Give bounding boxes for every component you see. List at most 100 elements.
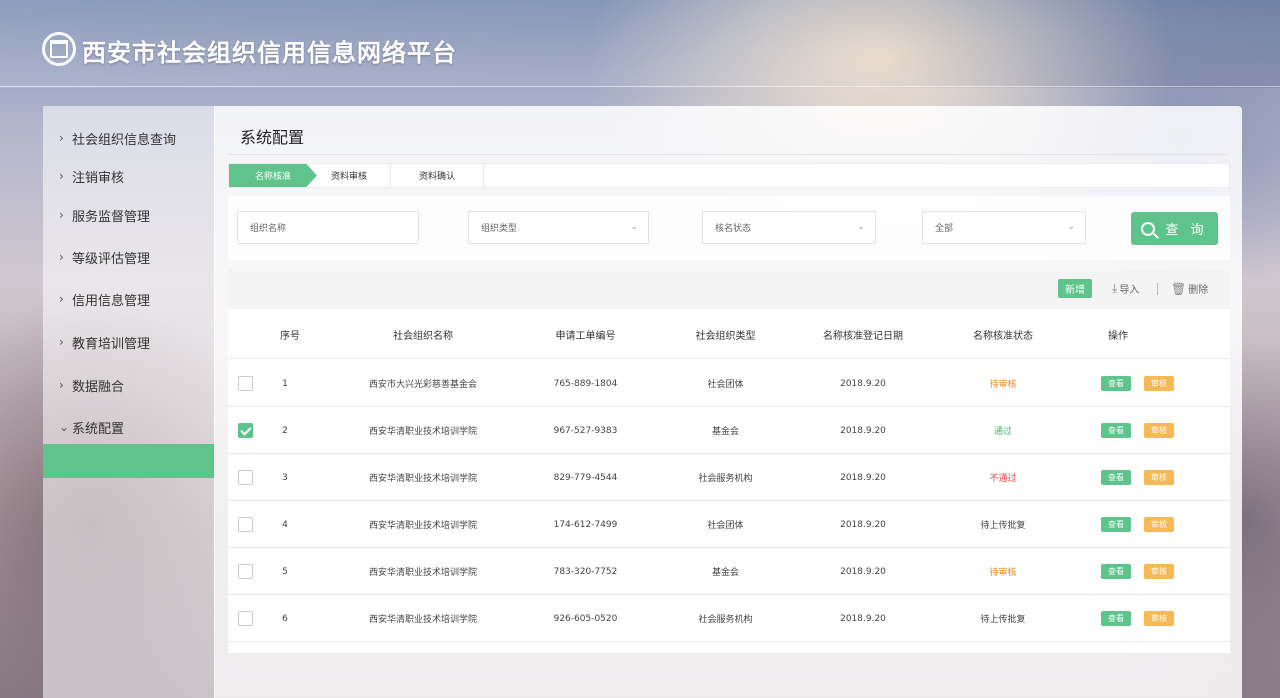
cell-org-type: 社会服务机构: [698, 615, 753, 625]
sidebar-item-training[interactable]: › 教育培训管理: [43, 322, 215, 362]
trash-icon: 🗑: [1171, 281, 1187, 296]
chevron-right-icon: ›: [59, 250, 64, 264]
status-badge: 待审核: [989, 568, 1017, 578]
toolbar-divider: [1157, 283, 1158, 295]
status-select[interactable]: 核名状态 ⌄: [702, 211, 876, 244]
chevron-down-icon: ⌄: [857, 222, 865, 232]
table-row[interactable]: 6 西安华清职业技术培训学院 926-605-0520 社会服务机构 2018.9.20…: [228, 595, 1230, 642]
audit-button[interactable]: 审核: [1144, 564, 1174, 579]
chevron-right-icon: ›: [59, 208, 64, 222]
audit-button[interactable]: 审核: [1144, 470, 1174, 485]
sidebar-item-org-query[interactable]: › 社会组织信息查询: [43, 118, 215, 158]
page-title: 系统配置: [240, 128, 305, 147]
table-row[interactable]: 2 西安华清职业技术培训学院 967-527-9383 基金会 2018.9.20 通过 查…: [228, 407, 1230, 454]
table-row[interactable]: 3 西安华清职业技术培训学院 829-779-4544 社会服务机构 2018.9.20…: [228, 454, 1230, 501]
view-button[interactable]: 查看: [1101, 376, 1131, 391]
col-org-name: 社会组织名称: [393, 330, 453, 342]
cell-org-name: 西安市大兴光彩慈善基金会: [368, 380, 477, 390]
tab-material-review[interactable]: 资料审核: [307, 164, 391, 187]
view-button[interactable]: 查看: [1101, 564, 1131, 579]
delete-label: 删除: [1188, 285, 1209, 296]
view-button[interactable]: 查看: [1101, 423, 1131, 438]
audit-button[interactable]: 审核: [1144, 517, 1174, 532]
tab-material-confirm[interactable]: 资料确认: [391, 164, 483, 187]
cell-index: 4: [282, 519, 288, 530]
scope-select[interactable]: 全部 ⌄: [922, 211, 1086, 244]
cell-org-name: 西安华清职业技术培训学院: [368, 615, 477, 625]
audit-button[interactable]: 审核: [1144, 376, 1174, 391]
data-table: 新增 ⤓ 导入 🗑 删除 序号 社会组织名称 申请工单编号 社会组织类型 名称核准登…: [228, 269, 1230, 653]
add-button[interactable]: 新增: [1058, 279, 1092, 298]
cell-org-name: 西安华清职业技术培训学院: [368, 474, 477, 484]
sidebar-item-credit-info[interactable]: › 信用信息管理: [43, 279, 215, 319]
search-button[interactable]: 查 询: [1131, 212, 1218, 245]
status-placeholder: 核名状态: [715, 224, 752, 234]
view-button[interactable]: 查看: [1101, 470, 1131, 485]
sidebar-item-label: 注销审核: [72, 170, 125, 186]
sidebar-item-system-config[interactable]: ⌄ 系统配置: [43, 407, 215, 447]
audit-button[interactable]: 审核: [1144, 423, 1174, 438]
site-title: 西安市社会组织信用信息网络平台: [82, 39, 457, 67]
status-badge: 通过: [993, 427, 1012, 437]
search-icon: [1141, 221, 1156, 236]
cell-order-no: 967-527-9383: [553, 425, 618, 436]
sidebar-item-service-supervision[interactable]: › 服务监督管理: [43, 195, 215, 235]
table-row[interactable]: 1 西安市大兴光彩慈善基金会 765-889-1804 社会团体 2018.9.20 待审…: [228, 360, 1230, 407]
cell-index: 1: [282, 378, 288, 389]
view-button[interactable]: 查看: [1101, 611, 1131, 626]
logo-mark: [50, 40, 68, 58]
tab-label: 名称核准: [254, 172, 291, 182]
tab-label: 资料确认: [418, 172, 455, 182]
cell-org-type: 基金会: [711, 427, 739, 437]
row-checkbox[interactable]: [238, 376, 253, 391]
row-checkbox[interactable]: [238, 564, 253, 579]
status-badge: 待上传批复: [980, 615, 1026, 625]
row-checkbox[interactable]: [238, 470, 253, 485]
cell-order-no: 174-612-7499: [553, 519, 618, 530]
filter-bar: 组织名称 组织类型 ⌄ 核名状态 ⌄ 全部 ⌄ 查 询: [228, 196, 1230, 260]
cell-org-name: 西安华清职业技术培训学院: [368, 427, 477, 437]
cell-reg-date: 2018.9.20: [840, 378, 886, 389]
import-label: 导入: [1119, 285, 1140, 296]
scope-value: 全部: [935, 224, 954, 234]
chevron-right-icon: ›: [59, 169, 64, 183]
sidebar-item-label: 数据融合: [72, 379, 125, 395]
cell-org-type: 社会服务机构: [698, 474, 753, 484]
tab-name-approval[interactable]: 名称核准: [229, 164, 317, 187]
row-checkbox[interactable]: [238, 423, 253, 438]
tab-label: 资料审核: [330, 172, 367, 182]
sidebar-item-data-fusion[interactable]: › 数据融合: [43, 365, 215, 405]
import-button[interactable]: ⤓ 导入: [1112, 281, 1139, 296]
sidebar-item-cancel-review[interactable]: › 注销审核: [43, 156, 215, 196]
audit-button[interactable]: 审核: [1144, 611, 1174, 626]
table-toolbar: 新增 ⤓ 导入 🗑 删除: [228, 269, 1230, 309]
table-row[interactable]: 5 西安华清职业技术培训学院 783-320-7752 基金会 2018.9.20 待审核…: [228, 548, 1230, 595]
cell-order-no: 829-779-4544: [553, 472, 618, 483]
title-divider: [228, 154, 1228, 155]
row-checkbox[interactable]: [238, 611, 253, 626]
tab-bar: 名称核准 资料审核 资料确认: [228, 163, 1230, 188]
org-type-placeholder: 组织类型: [481, 224, 518, 234]
main-panel: 系统配置 名称核准 资料审核 资料确认 组织名称 组织类型 ⌄ 核名状态 ⌄ 全部 ⌄…: [214, 106, 1242, 698]
row-checkbox[interactable]: [238, 517, 253, 532]
tab-divider: [483, 164, 484, 187]
table-row[interactable]: 4 西安华清职业技术培训学院 174-612-7499 社会团体 2018.9.20 待上…: [228, 501, 1230, 548]
cell-org-name: 西安华清职业技术培训学院: [368, 521, 477, 531]
header-divider: [0, 86, 1280, 87]
cell-org-type: 社会团体: [707, 521, 744, 531]
cell-reg-date: 2018.9.20: [840, 566, 886, 577]
table-header: 序号 社会组织名称 申请工单编号 社会组织类型 名称核准登记日期 名称核准状态 …: [228, 309, 1230, 359]
col-status: 名称核准状态: [973, 330, 1033, 342]
chevron-right-icon: ›: [59, 378, 64, 392]
sidebar-subitem-active[interactable]: [43, 444, 215, 478]
cell-index: 6: [282, 613, 288, 624]
view-button[interactable]: 查看: [1101, 517, 1131, 532]
sidebar-item-grade-evaluation[interactable]: › 等级评估管理: [43, 237, 215, 277]
chevron-down-icon: ⌄: [59, 420, 70, 434]
delete-button[interactable]: 🗑 删除: [1171, 281, 1209, 297]
org-name-input[interactable]: 组织名称: [237, 211, 419, 244]
col-order-no: 申请工单编号: [555, 330, 616, 342]
cell-org-type: 基金会: [711, 568, 739, 578]
chevron-right-icon: ›: [59, 292, 64, 306]
org-type-select[interactable]: 组织类型 ⌄: [468, 211, 649, 244]
